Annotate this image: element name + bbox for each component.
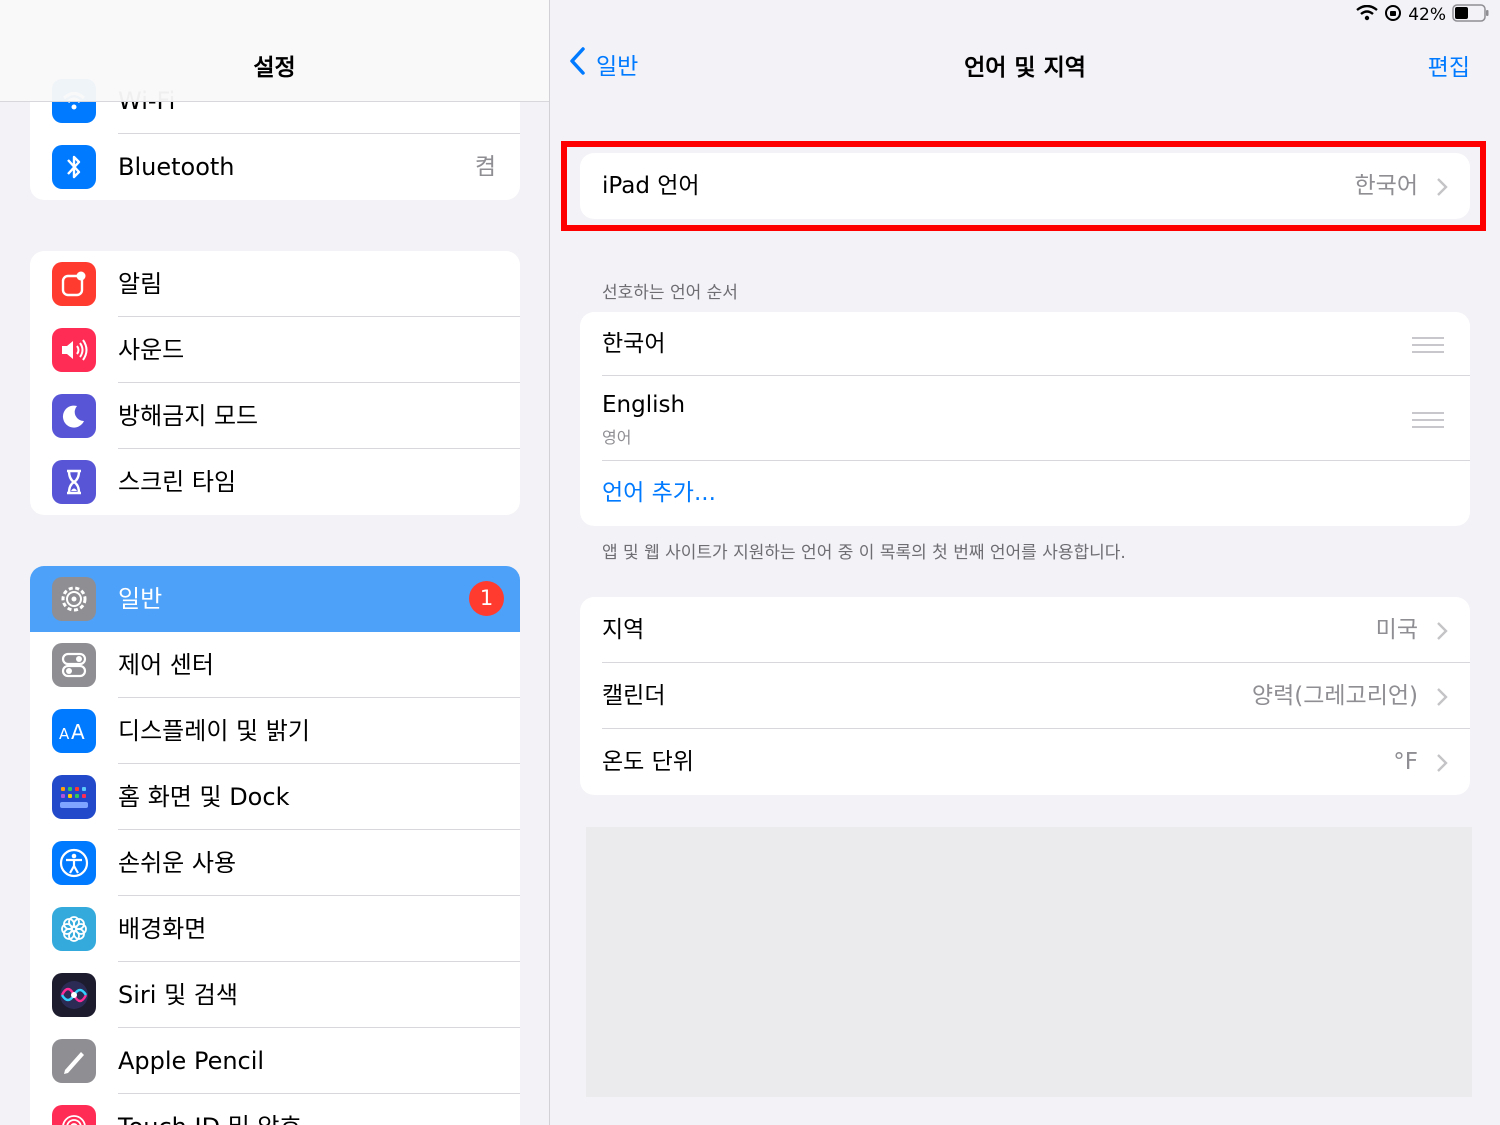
reorder-handle-icon[interactable] bbox=[1412, 412, 1444, 433]
sidebar-item-label: 사운드 bbox=[118, 336, 185, 364]
sidebar-item-sounds[interactable]: 사운드 bbox=[30, 317, 520, 383]
temperature-unit-label: 온도 단위 bbox=[602, 749, 694, 775]
edit-button[interactable]: 편집 bbox=[1428, 48, 1470, 82]
sidebar-item-general[interactable]: 일반 1 bbox=[30, 566, 520, 632]
bluetooth-status: 켬 bbox=[474, 154, 496, 180]
sidebar-title: 설정 bbox=[253, 55, 296, 81]
svg-text:A: A bbox=[59, 725, 70, 743]
sidebar-item-label: Bluetooth bbox=[118, 153, 235, 181]
sidebar-item-bluetooth[interactable]: Bluetooth 켬 bbox=[30, 134, 520, 200]
page-title: 언어 및 지역 bbox=[964, 55, 1086, 81]
add-language-button[interactable]: 언어 추가... bbox=[602, 461, 716, 526]
fingerprint-icon bbox=[52, 1105, 96, 1125]
text-size-icon: AA bbox=[52, 709, 96, 753]
bluetooth-icon bbox=[52, 145, 96, 189]
add-language-row[interactable]: 언어 추가... bbox=[580, 461, 1470, 526]
toggles-icon bbox=[52, 643, 96, 687]
sidebar-item-label: 제어 센터 bbox=[118, 651, 214, 679]
sidebar-item-label: 디스플레이 및 밝기 bbox=[118, 717, 310, 745]
region-row[interactable]: 지역 미국 bbox=[580, 597, 1470, 663]
sidebar-item-label: 알림 bbox=[118, 270, 163, 298]
sidebar-item-siri-search[interactable]: Siri 및 검색 bbox=[30, 962, 520, 1028]
reorder-handle-icon[interactable] bbox=[1412, 337, 1444, 358]
general-group: 일반 1 제어 센터 AA 디스플레이 및 밝기 홈 화면 및 Dock 손쉬운… bbox=[30, 566, 520, 1125]
sidebar-item-label: Touch ID 및 암호 bbox=[118, 1094, 302, 1125]
sidebar-item-label: 손쉬운 사용 bbox=[118, 849, 237, 877]
gear-icon bbox=[52, 577, 96, 621]
speaker-icon bbox=[52, 328, 96, 372]
notifications-group: 알림 사운드 방해금지 모드 스크린 타임 bbox=[30, 251, 520, 515]
format-preview-area bbox=[586, 827, 1472, 1097]
siri-icon bbox=[52, 973, 96, 1017]
sidebar-item-accessibility[interactable]: 손쉬운 사용 bbox=[30, 830, 520, 896]
settings-sidebar: 설정 Wi-Fi Bluetooth 켬 알림 bbox=[0, 0, 549, 1125]
app-grid-icon bbox=[52, 775, 96, 819]
sidebar-item-label: 일반 bbox=[118, 585, 163, 613]
wifi-status-icon bbox=[1356, 4, 1378, 26]
preferred-languages-card: 한국어 English 영어 언어 추가... bbox=[580, 312, 1470, 526]
language-order-footnote: 앱 및 웹 사이트가 지원하는 언어 중 이 목록의 첫 번째 언어를 사용합니… bbox=[602, 543, 1126, 563]
sidebar-item-control-center[interactable]: 제어 센터 bbox=[30, 632, 520, 698]
region-settings-card: 지역 미국 캘린더 양력(그레고리언) 온도 단위 °F bbox=[580, 597, 1470, 795]
sidebar-item-display-brightness[interactable]: AA 디스플레이 및 밝기 bbox=[30, 698, 520, 764]
chevron-right-icon bbox=[1436, 753, 1448, 777]
region-value: 미국 bbox=[1375, 617, 1418, 643]
sidebar-item-label: 배경화면 bbox=[118, 915, 207, 943]
chevron-right-icon bbox=[1436, 687, 1448, 711]
calendar-row[interactable]: 캘린더 양력(그레고리언) bbox=[580, 663, 1470, 729]
notifications-icon bbox=[52, 262, 96, 306]
region-label: 지역 bbox=[602, 617, 645, 643]
sidebar-item-notifications[interactable]: 알림 bbox=[30, 251, 520, 317]
sidebar-item-wallpaper[interactable]: 배경화면 bbox=[30, 896, 520, 962]
language-native-name: 영어 bbox=[602, 428, 632, 447]
highlight-box bbox=[561, 141, 1486, 231]
battery-percentage: 42% bbox=[1408, 5, 1446, 25]
sidebar-item-do-not-disturb[interactable]: 방해금지 모드 bbox=[30, 383, 520, 449]
sidebar-header: 설정 bbox=[0, 0, 549, 102]
accessibility-icon bbox=[52, 841, 96, 885]
sidebar-item-apple-pencil[interactable]: Apple Pencil bbox=[30, 1028, 520, 1094]
chevron-right-icon bbox=[1436, 621, 1448, 645]
sidebar-item-label: 스크린 타임 bbox=[118, 468, 237, 496]
sidebar-item-label: 방해금지 모드 bbox=[118, 402, 259, 430]
calendar-label: 캘린더 bbox=[602, 683, 666, 709]
language-item-korean[interactable]: 한국어 bbox=[580, 312, 1470, 376]
sidebar-item-touch-id[interactable]: Touch ID 및 암호 bbox=[30, 1094, 520, 1125]
preferred-languages-header: 선호하는 언어 순서 bbox=[602, 283, 738, 303]
sidebar-item-label: Apple Pencil bbox=[118, 1047, 265, 1075]
temperature-unit-row[interactable]: 온도 단위 °F bbox=[580, 729, 1470, 795]
orientation-lock-icon bbox=[1384, 4, 1402, 27]
battery-icon bbox=[1452, 3, 1490, 28]
sidebar-item-home-screen-dock[interactable]: 홈 화면 및 Dock bbox=[30, 764, 520, 830]
language-name: 한국어 bbox=[602, 331, 666, 357]
pencil-icon bbox=[52, 1039, 96, 1083]
hourglass-icon bbox=[52, 460, 96, 504]
flower-icon bbox=[52, 907, 96, 951]
language-item-english[interactable]: English 영어 bbox=[580, 376, 1470, 461]
sidebar-item-label: Siri 및 검색 bbox=[118, 981, 238, 1009]
notification-badge: 1 bbox=[469, 581, 504, 616]
moon-icon bbox=[52, 394, 96, 438]
status-bar: 42% bbox=[1356, 3, 1490, 28]
sidebar-item-label: 홈 화면 및 Dock bbox=[118, 783, 290, 811]
language-name: English bbox=[602, 392, 686, 418]
sidebar-item-screen-time[interactable]: 스크린 타임 bbox=[30, 449, 520, 515]
temperature-unit-value: °F bbox=[1393, 749, 1418, 775]
calendar-value: 양력(그레고리언) bbox=[1251, 683, 1418, 709]
svg-text:A: A bbox=[71, 720, 85, 743]
